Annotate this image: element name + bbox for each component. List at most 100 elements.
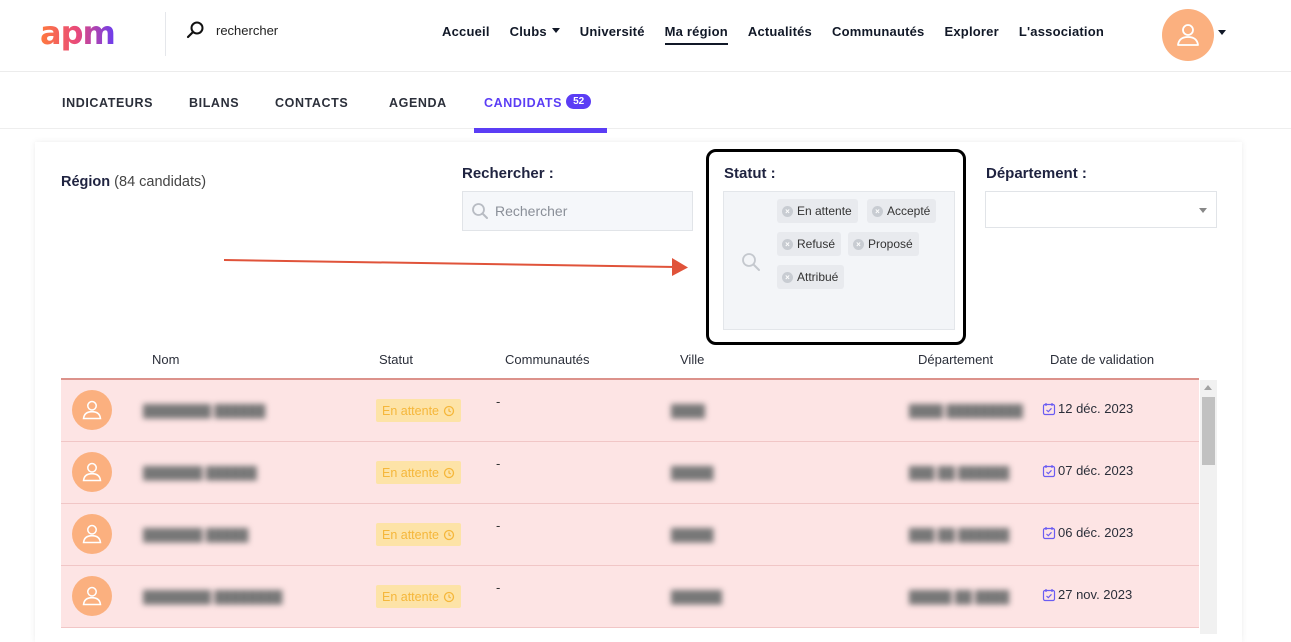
status-badge: En attente [376,523,461,546]
date-text: 06 déc. 2023 [1058,525,1134,540]
avatar [72,390,112,430]
candidats-count-badge: 52 [566,94,592,109]
column-header-ville[interactable]: Ville [680,352,704,367]
tab-bilans[interactable]: BILANS [189,96,239,110]
scroll-up-arrow-icon[interactable] [1204,385,1212,390]
communautes-value: - [496,518,501,533]
nav-universite[interactable]: Université [580,24,645,39]
validation-date: 12 déc. 2023 [1042,401,1133,416]
annotation-highlight-box [706,149,966,345]
tab-contacts[interactable]: CONTACTS [275,96,348,110]
redacted-departement: ███ ██ ██████ [909,528,1010,542]
redacted-name: ████████ ████████ [143,590,283,604]
nav-explorer[interactable]: Explorer [945,24,999,39]
table-row[interactable]: ███████ ██████ En attente - █████ ███ ██… [61,442,1199,504]
header-search[interactable]: rechercher [186,20,278,40]
status-label: En attente [382,465,439,480]
redacted-city: █████ [671,528,714,542]
region-label: Région [61,174,111,190]
redacted-name: ███████ ██████ [143,466,257,480]
redacted-city: ██████ [671,590,723,604]
nav-ma-region[interactable]: Ma région [664,24,729,45]
region-tabs: INDICATEURS BILANS CONTACTS AGENDA CANDI… [0,72,1291,129]
validation-date: 07 déc. 2023 [1042,463,1133,478]
top-navbar: apm rechercher Accueil Clubs Université … [0,0,1291,72]
nav-clubs-label: Clubs [509,24,547,39]
header-search-text[interactable]: rechercher [216,23,278,38]
departement-filter-label: Département : [986,165,1087,182]
header-divider [165,12,166,56]
redacted-name: ███████ █████ [143,528,249,542]
region-count: (84 candidats) [114,174,207,190]
nav-clubs[interactable]: Clubs [510,24,560,39]
status-label: En attente [382,589,439,604]
validation-date: 06 déc. 2023 [1042,525,1133,540]
search-icon [186,21,204,39]
avatar [72,576,112,616]
table-row[interactable]: ███████ █████ En attente - █████ ███ ██ … [61,504,1199,566]
date-text: 27 nov. 2023 [1058,587,1133,602]
avatar [72,452,112,492]
user-menu-chevron-icon[interactable] [1218,30,1226,35]
table-row[interactable]: ████████ ████████ En attente - ██████ ██… [61,566,1199,628]
user-icon [82,462,102,482]
calendar-check-icon [1042,588,1056,601]
history-icon [443,529,455,540]
main-nav: Accueil Clubs Université Ma région Actua… [442,24,1124,45]
redacted-departement: █████ ██ ████ [909,590,1010,604]
departement-select[interactable] [985,191,1217,228]
chevron-down-icon [1199,208,1207,213]
search-filter-placeholder: Rechercher [495,203,568,219]
apm-logo-graphic: apm [40,14,116,52]
redacted-departement: ███ ██ ██████ [909,466,1010,480]
avatar [72,514,112,554]
date-text: 12 déc. 2023 [1058,401,1134,416]
column-header-nom[interactable]: Nom [152,352,179,367]
tab-candidats[interactable]: CANDIDATS 52 [484,94,592,112]
status-badge: En attente [376,585,461,608]
status-label: En attente [382,403,439,418]
history-icon [443,591,455,602]
user-icon [82,586,102,606]
status-badge: En attente [376,399,461,422]
history-icon [443,405,455,416]
search-icon [472,203,488,219]
region-title: Région (84 candidats) [61,174,206,190]
nav-actualites[interactable]: Actualités [748,24,812,39]
chevron-down-icon [551,28,560,34]
redacted-city: █████ [671,466,714,480]
svg-text:apm: apm [40,18,115,52]
calendar-check-icon [1042,402,1056,415]
apm-logo[interactable]: apm [40,14,140,52]
user-avatar[interactable] [1162,9,1214,61]
nav-association[interactable]: L'association [1019,24,1104,39]
history-icon [443,467,455,478]
communautes-value: - [496,580,501,595]
communautes-value: - [496,456,501,471]
nav-accueil[interactable]: Accueil [442,24,490,39]
redacted-departement: ████ █████████ [909,404,1023,418]
user-icon [82,400,102,420]
column-header-statut[interactable]: Statut [379,352,413,367]
active-tab-indicator [474,128,607,133]
redacted-name: ████████ ██████ [143,404,266,418]
column-header-communautes[interactable]: Communautés [505,352,590,367]
nav-communautes[interactable]: Communautés [832,24,925,39]
tab-agenda[interactable]: AGENDA [389,96,447,110]
column-header-date[interactable]: Date de validation [1050,352,1154,367]
date-text: 07 déc. 2023 [1058,463,1134,478]
column-header-departement[interactable]: Département [918,352,993,367]
search-filter-label: Rechercher : [462,165,554,182]
tab-indicateurs[interactable]: INDICATEURS [62,96,153,110]
status-label: En attente [382,527,439,542]
table-row[interactable]: ████████ ██████ En attente - ████ ████ █… [61,380,1199,442]
user-icon [82,524,102,544]
user-icon [1177,24,1199,46]
search-filter-input[interactable]: Rechercher [462,191,693,231]
scrollbar-thumb[interactable] [1202,397,1215,465]
tab-candidats-label: CANDIDATS [484,96,563,110]
annotation-arrow [224,258,688,276]
redacted-city: ████ [671,404,706,418]
communautes-value: - [496,394,501,409]
status-badge: En attente [376,461,461,484]
